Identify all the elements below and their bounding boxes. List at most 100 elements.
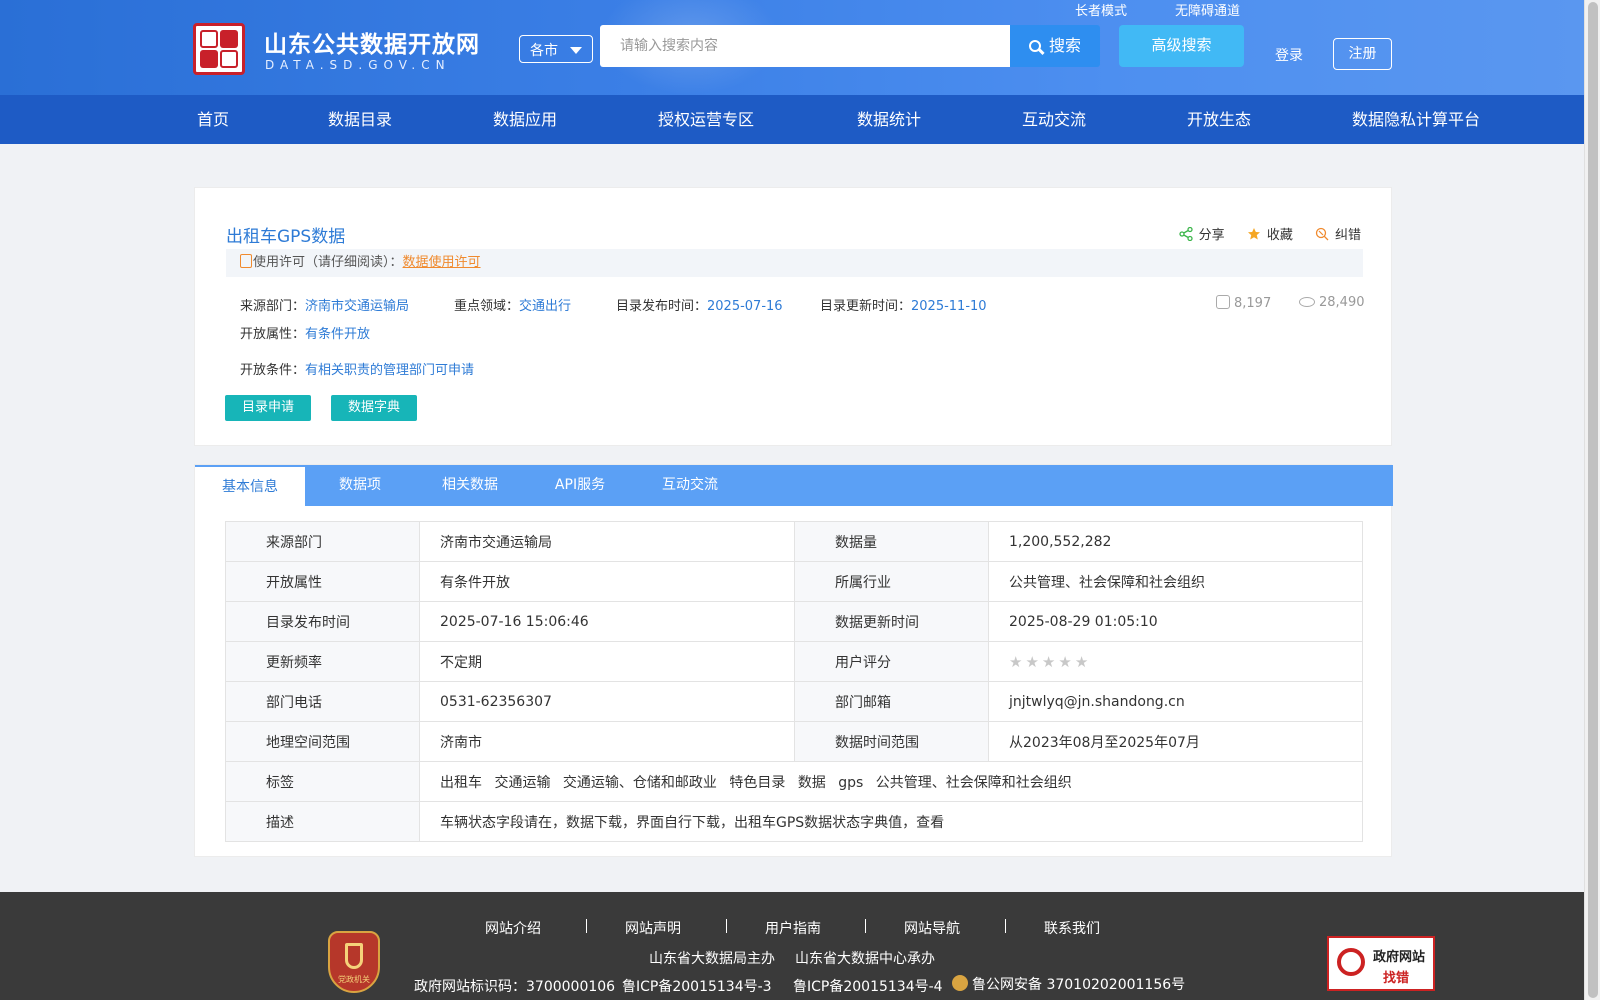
star-icon[interactable]: ★: [1009, 653, 1022, 671]
site-title[interactable]: 山东公共数据开放网: [264, 25, 480, 59]
page-scrollbar[interactable]: [1584, 0, 1600, 1000]
gov-site-error-report-badge[interactable]: 政府网站 找错: [1327, 936, 1435, 991]
meta-open-cond-label: 开放条件：: [240, 363, 306, 378]
meta-update-label: 目录更新时间：: [820, 299, 912, 314]
star-icon[interactable]: ★: [1025, 653, 1038, 671]
table-value: jnjtwlyq@jn.shandong.cn: [988, 681, 1363, 722]
table-key: 数据量: [794, 521, 989, 562]
star-icon[interactable]: ★: [1075, 653, 1088, 671]
correct-button[interactable]: 纠错: [1315, 224, 1361, 243]
tag: 交通运输、仓储和邮政业: [562, 774, 717, 791]
user-rating[interactable]: ★ ★ ★ ★ ★: [988, 641, 1363, 682]
table-key: 部门邮箱: [794, 681, 989, 722]
nav-item-catalog[interactable]: 数据目录: [328, 95, 392, 144]
info-panel: 基本信息 数据项 相关数据 API服务 互动交流 来源部门 济南市交通运输局 数…: [194, 464, 1393, 857]
meta-publish: 目录发布时间：2025-07-16: [616, 295, 783, 314]
nav-item-ecosystem[interactable]: 开放生态: [1187, 95, 1251, 144]
nav-item-statistics[interactable]: 数据统计: [857, 95, 921, 144]
tab-related-data[interactable]: 相关数据: [415, 465, 525, 506]
table-key: 用户评分: [794, 641, 989, 682]
catalog-apply-button[interactable]: 目录申请: [225, 395, 311, 421]
advanced-search-button[interactable]: 高级搜索: [1119, 25, 1244, 67]
nav-item-interaction[interactable]: 互动交流: [1022, 95, 1086, 144]
table-key: 描述: [225, 801, 420, 842]
footer-site-id: 政府网站标识码：3700000106: [414, 979, 616, 995]
table-row: 地理空间范围 济南市 数据时间范围 从2023年08月至2025年07月: [225, 721, 1363, 762]
table-value: 公共管理、社会保障和社会组织: [988, 561, 1363, 602]
download-count-value: 8,197: [1234, 296, 1272, 311]
eye-icon: [1299, 297, 1315, 307]
nav-item-apps[interactable]: 数据应用: [493, 95, 557, 144]
share-label: 分享: [1198, 228, 1225, 243]
tab-data-items[interactable]: 数据项: [305, 465, 415, 506]
table-value: 1,200,552,282: [988, 521, 1363, 562]
accessible-link[interactable]: 无障碍通道: [1175, 0, 1240, 19]
site-header: 山东公共数据开放网 DATA.SD.GOV.CN 各市 请输入搜索内容 搜索 高…: [0, 0, 1584, 95]
star-icon[interactable]: ★: [1042, 653, 1055, 671]
table-key: 数据时间范围: [794, 721, 989, 762]
footer-link-about[interactable]: 网站介绍: [485, 918, 541, 938]
footer-divider: [865, 919, 866, 933]
rating-stars[interactable]: ★ ★ ★ ★ ★: [1009, 653, 1091, 671]
correct-label: 纠错: [1334, 228, 1361, 243]
tag: gps: [838, 774, 864, 791]
meta-open-attr-label: 开放属性：: [240, 327, 306, 342]
table-row: 开放属性 有条件开放 所属行业 公共管理、社会保障和社会组织: [225, 561, 1363, 602]
site-footer: 网站介绍 网站声明 用户指南 网站导航 联系我们 山东省大数据局主办 山东省大数…: [0, 892, 1584, 1000]
footer-link-statement[interactable]: 网站声明: [625, 918, 681, 938]
dataset-actions: 分享 收藏 纠错: [1161, 224, 1361, 243]
footer-link-sitemap[interactable]: 网站导航: [904, 918, 960, 938]
meta-field-value[interactable]: 交通出行: [519, 299, 571, 314]
meta-publish-label: 目录发布时间：: [616, 299, 708, 314]
magnifier-icon: [1337, 948, 1365, 976]
search-placeholder: 请输入搜索内容: [620, 38, 718, 54]
footer-icp-4[interactable]: 鲁ICP备20015134号-4: [793, 976, 943, 996]
table-key: 部门电话: [225, 681, 420, 722]
favorite-button[interactable]: 收藏: [1247, 224, 1293, 243]
party-government-badge[interactable]: 党政机关: [328, 931, 380, 993]
scrollbar-thumb[interactable]: [1588, 2, 1598, 998]
party-emblem-icon: [345, 943, 363, 969]
license-link[interactable]: 数据使用许可: [403, 255, 481, 270]
tab-bar: 基本信息 数据项 相关数据 API服务 互动交流: [195, 465, 1393, 507]
search-button-label: 搜索: [1048, 36, 1081, 55]
share-button[interactable]: 分享: [1179, 224, 1225, 243]
tag: 特色目录: [729, 774, 786, 791]
nav-item-home[interactable]: 首页: [197, 95, 229, 144]
login-link[interactable]: 登录: [1275, 45, 1303, 65]
elder-mode-link[interactable]: 长者模式: [1075, 0, 1127, 19]
search-input[interactable]: 请输入搜索内容: [600, 25, 1010, 67]
tag: 交通运输: [494, 774, 551, 791]
footer-organizer: 山东省大数据中心承办: [795, 951, 935, 967]
site-logo-icon[interactable]: [193, 23, 245, 75]
footer-icp-3[interactable]: 鲁ICP备20015134号-3: [622, 976, 772, 996]
search-button[interactable]: 搜索: [1010, 25, 1100, 67]
tab-basic-info[interactable]: 基本信息: [195, 465, 305, 507]
view-count: 28,490: [1299, 295, 1365, 310]
table-key: 开放属性: [225, 561, 420, 602]
table-row: 更新频率 不定期 用户评分 ★ ★ ★ ★ ★: [225, 641, 1363, 682]
description-cell: 车辆状态字段请在，数据下载，界面自行下载，出租车GPS数据状态字典值，查看: [419, 801, 1363, 842]
footer-link-contact[interactable]: 联系我们: [1044, 918, 1100, 938]
footer-police-record[interactable]: 鲁公网安备 37010202001156号: [952, 974, 1185, 994]
nav-item-privacy-computing[interactable]: 数据隐私计算平台: [1352, 95, 1480, 144]
meta-source-value[interactable]: 济南市交通运输局: [305, 299, 409, 314]
city-select[interactable]: 各市: [519, 35, 593, 63]
tab-interaction[interactable]: 互动交流: [635, 465, 745, 506]
meta-publish-value: 2025-07-16: [707, 299, 783, 314]
meta-field-label: 重点领域：: [454, 299, 520, 314]
party-badge-text: 党政机关: [338, 975, 370, 984]
nav-item-authorized-ops[interactable]: 授权运营专区: [658, 95, 754, 144]
star-icon[interactable]: ★: [1058, 653, 1071, 671]
register-button[interactable]: 注册: [1333, 38, 1392, 70]
download-count: 8,197: [1216, 295, 1271, 311]
data-dictionary-button[interactable]: 数据字典: [331, 395, 417, 421]
table-row: 标签 出租车 交通运输 交通运输、仓储和邮政业 特色目录 数据 gps 公共管理…: [225, 761, 1363, 802]
tab-api-service[interactable]: API服务: [525, 465, 635, 506]
footer-link-guide[interactable]: 用户指南: [765, 918, 821, 938]
table-key: 数据更新时间: [794, 601, 989, 642]
download-icon: [1216, 295, 1230, 309]
footer-police-text: 鲁公网安备 37010202001156号: [972, 977, 1186, 993]
table-key: 来源部门: [225, 521, 420, 562]
table-key: 目录发布时间: [225, 601, 420, 642]
